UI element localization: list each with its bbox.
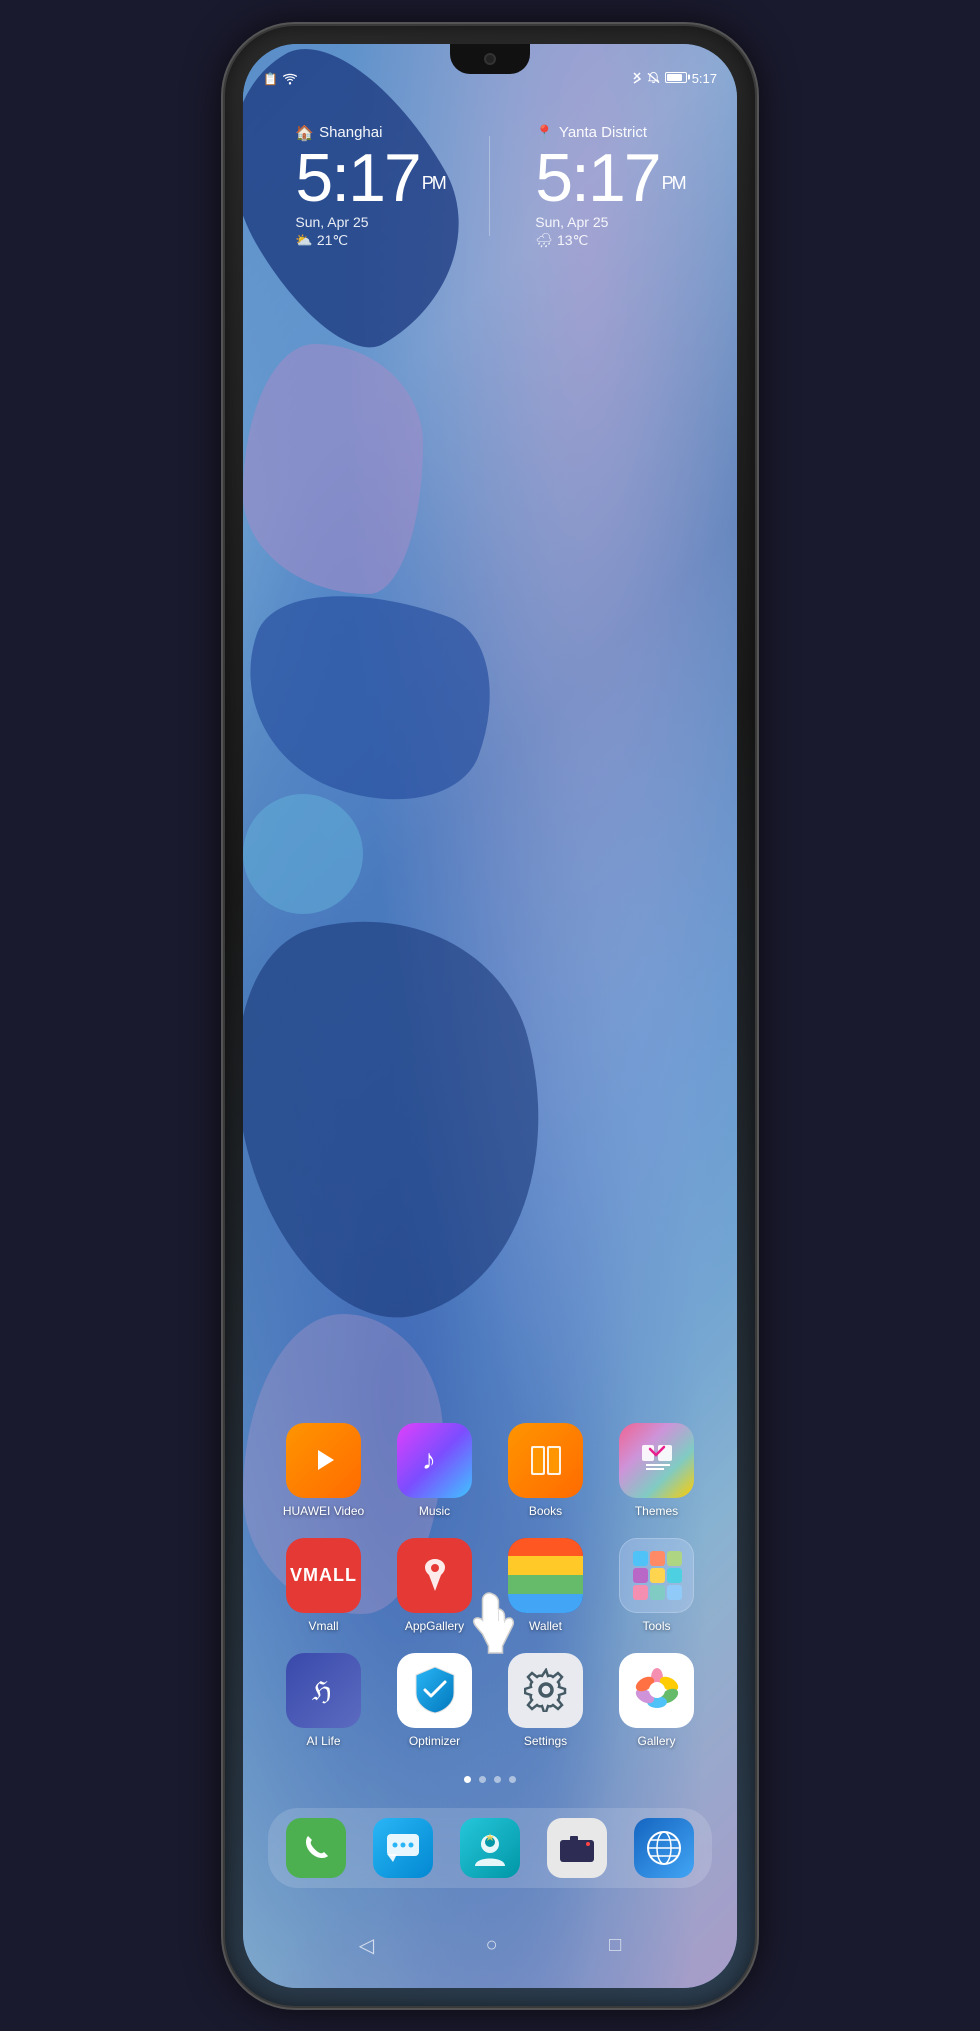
dock-messages[interactable]	[373, 1818, 433, 1878]
dock-support[interactable]	[460, 1818, 520, 1878]
shanghai-date: Sun, Apr 25	[295, 214, 368, 230]
app-vmall[interactable]: VMALL Vmall	[276, 1538, 371, 1633]
clock-widget-yanta: 📍 Yanta District 5:17PM Sun, Apr 25 🌧 13…	[535, 124, 684, 249]
app-music[interactable]: ♪ Music	[387, 1423, 482, 1518]
wallet-icon	[508, 1538, 583, 1613]
settings-label: Settings	[524, 1734, 567, 1748]
huawei-video-label: HUAWEI Video	[283, 1504, 364, 1518]
vmall-text: VMALL	[290, 1565, 357, 1586]
clock-divider	[489, 136, 490, 236]
gallery-icon	[619, 1653, 694, 1728]
phone-screen: 📋	[243, 44, 737, 1988]
yanta-temp: 13℃	[557, 232, 588, 249]
books-label: Books	[529, 1504, 562, 1518]
bluetooth-icon	[632, 71, 642, 85]
vmall-label: Vmall	[308, 1619, 338, 1633]
music-icon: ♪	[397, 1423, 472, 1498]
optimizer-icon	[397, 1653, 472, 1728]
svg-text:ℌ: ℌ	[312, 1677, 332, 1706]
nav-back-button[interactable]: ◁	[359, 1933, 374, 1958]
dock-browser[interactable]	[634, 1818, 694, 1878]
shanghai-temp: 21℃	[317, 232, 348, 249]
shanghai-city-label: Shanghai	[319, 124, 382, 141]
wallet-label: Wallet	[529, 1619, 562, 1633]
shanghai-time: 5:17PM	[295, 144, 444, 212]
status-left-icons: 📋	[263, 72, 298, 86]
app-books[interactable]: Books	[498, 1423, 593, 1518]
huawei-video-icon	[286, 1423, 361, 1498]
ailife-label: AI Life	[306, 1734, 340, 1748]
shanghai-home-icon: 🏠	[295, 124, 314, 142]
battery-icon	[665, 71, 687, 86]
themes-icon	[619, 1423, 694, 1498]
yanta-weather: 🌧 13℃	[535, 232, 588, 249]
bell-mute-icon	[647, 71, 660, 85]
page-dots	[243, 1776, 737, 1783]
page-dot-3	[494, 1776, 501, 1783]
notch	[450, 44, 530, 74]
status-right-icons: 5:17	[632, 71, 717, 86]
phone-device: 📋	[225, 26, 755, 2006]
page-dot-4	[509, 1776, 516, 1783]
yanta-time: 5:17PM	[535, 144, 684, 212]
app-optimizer[interactable]: Optimizer	[387, 1653, 482, 1748]
yanta-location-icon: 📍	[535, 124, 554, 142]
tools-label: Tools	[642, 1619, 670, 1633]
svg-text:♪: ♪	[422, 1444, 436, 1475]
page-dot-2	[479, 1776, 486, 1783]
app-gallery[interactable]: Gallery	[609, 1653, 704, 1748]
tools-icon	[619, 1538, 694, 1613]
nav-recents-button[interactable]: □	[609, 1934, 621, 1957]
gallery-label: Gallery	[637, 1734, 675, 1748]
shanghai-weather: ⛅ 21℃	[295, 232, 348, 249]
time-display: 5:17	[692, 71, 717, 86]
dock-phone[interactable]	[286, 1818, 346, 1878]
app-themes[interactable]: Themes	[609, 1423, 704, 1518]
settings-icon	[508, 1653, 583, 1728]
app-settings[interactable]: Settings	[498, 1653, 593, 1748]
front-camera	[484, 53, 496, 65]
optimizer-label: Optimizer	[409, 1734, 460, 1748]
hand-cursor	[463, 1588, 518, 1658]
nav-bar: ◁ ○ □	[243, 1923, 737, 1968]
yanta-weather-icon: 🌧	[535, 232, 553, 249]
app-row-3: ℌ AI Life	[268, 1653, 712, 1748]
app-tools[interactable]: Tools	[609, 1538, 704, 1633]
shanghai-weather-icon: ⛅	[295, 232, 312, 249]
themes-label: Themes	[635, 1504, 678, 1518]
app-row-1: HUAWEI Video ♪ Music	[268, 1423, 712, 1518]
clock-area: 🏠 Shanghai 5:17PM Sun, Apr 25 ⛅ 21℃ 📍 Ya…	[243, 104, 737, 269]
wifi-icon	[282, 73, 298, 85]
appgallery-icon	[397, 1538, 472, 1613]
page-dot-1	[464, 1776, 471, 1783]
app-ailife[interactable]: ℌ AI Life	[276, 1653, 371, 1748]
vmall-icon: VMALL	[286, 1538, 361, 1613]
dock	[268, 1808, 712, 1888]
sim-icon: 📋	[263, 72, 278, 86]
appgallery-label: AppGallery	[405, 1619, 464, 1633]
ailife-icon: ℌ	[286, 1653, 361, 1728]
yanta-date: Sun, Apr 25	[535, 214, 608, 230]
yanta-city-label: Yanta District	[559, 124, 647, 141]
dock-camera[interactable]	[547, 1818, 607, 1878]
nav-home-button[interactable]: ○	[486, 1934, 498, 1957]
clock-widget-shanghai: 🏠 Shanghai 5:17PM Sun, Apr 25 ⛅ 21℃	[295, 124, 444, 249]
books-icon	[508, 1423, 583, 1498]
app-huawei-video[interactable]: HUAWEI Video	[276, 1423, 371, 1518]
music-label: Music	[419, 1504, 450, 1518]
